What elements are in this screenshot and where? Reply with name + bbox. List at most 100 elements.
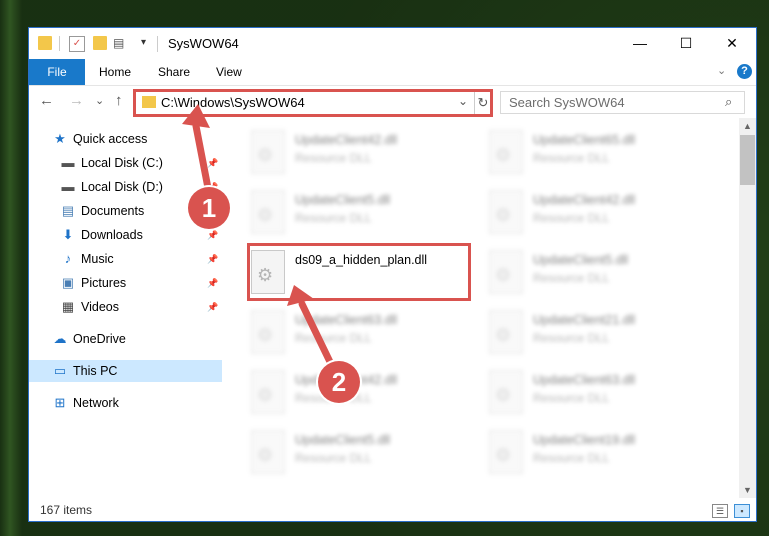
- videos-icon: ▦: [61, 299, 75, 314]
- customize-quick-access-icon[interactable]: ▤: [113, 36, 127, 50]
- file-type: Resource DLL: [533, 211, 610, 225]
- recent-locations-button[interactable]: ⌄: [95, 94, 104, 107]
- maximize-button[interactable]: ☐: [663, 28, 709, 59]
- sidebar-item-label: Documents: [81, 204, 145, 218]
- dll-file-icon: ⚙: [489, 130, 523, 174]
- file-type: Resource DLL: [533, 391, 610, 405]
- sidebar-item-label: OneDrive: [73, 332, 126, 346]
- pin-icon[interactable]: 📌: [207, 152, 218, 174]
- sidebar-item[interactable]: ☁ OneDrive: [29, 328, 222, 350]
- back-button[interactable]: ←: [39, 92, 54, 109]
- tab-view[interactable]: View: [216, 59, 242, 85]
- file-item[interactable]: ⚙ UpdateClient19.dll Resource DLL: [481, 426, 711, 478]
- gear-icon: ⚙: [495, 325, 512, 345]
- help-icon[interactable]: ?: [737, 64, 752, 79]
- pictures-icon: ▣: [61, 275, 75, 290]
- file-name: UpdateClient42.dll: [533, 193, 636, 207]
- close-button[interactable]: ✕: [709, 28, 755, 59]
- file-type: Resource DLL: [533, 151, 610, 165]
- up-button[interactable]: ↑: [115, 92, 123, 109]
- status-bar: 167 items ☰ ▪: [29, 499, 756, 521]
- network-icon: ⊞: [54, 395, 66, 410]
- file-list: ⚙ UpdateClient42.dll Resource DLL ⚙ UpdateCl…: [243, 118, 739, 493]
- window-title: SysWOW64: [168, 36, 239, 51]
- vertical-scrollbar[interactable]: ▲ ▼: [739, 118, 756, 498]
- sidebar-item[interactable]: ▭ This PC: [29, 360, 222, 382]
- tab-home[interactable]: Home: [99, 59, 131, 85]
- address-path[interactable]: C:\Windows\SysWOW64: [161, 95, 305, 110]
- expand-ribbon-icon[interactable]: ⌄: [717, 64, 726, 77]
- scrollbar-thumb[interactable]: [740, 135, 755, 185]
- minimize-button[interactable]: —: [617, 28, 663, 59]
- dll-file-icon: ⚙: [251, 370, 285, 414]
- callout-1: 1: [188, 187, 230, 229]
- file-name: UpdateClient21.dll: [533, 313, 636, 327]
- cloud-icon: ☁: [53, 331, 67, 346]
- scroll-down-icon[interactable]: ▼: [743, 485, 752, 495]
- dll-file-icon: ⚙: [251, 190, 285, 234]
- sidebar-item-label: Local Disk (D:): [81, 180, 163, 194]
- dll-file-icon: ⚙: [251, 310, 285, 354]
- dll-file-icon: ⚙: [489, 310, 523, 354]
- sidebar-item[interactable]: ♪ Music 📌: [29, 248, 222, 270]
- forward-button[interactable]: →: [69, 92, 84, 109]
- details-view-icon[interactable]: ☰: [712, 504, 728, 518]
- file-name: UpdateClient5.dll: [295, 193, 391, 207]
- file-type: Resource DLL: [295, 331, 372, 345]
- file-item[interactable]: ⚙ UpdateClient21.dll Resource DLL: [481, 306, 711, 358]
- file-item[interactable]: ⚙ UpdateClient42.dll Resource DLL: [243, 126, 473, 178]
- pin-icon[interactable]: 📌: [207, 272, 218, 294]
- file-item[interactable]: ⚙ UpdateClient42.dll Resource DLL: [481, 186, 711, 238]
- tab-file[interactable]: File: [29, 59, 85, 85]
- sidebar-item-label: Network: [73, 396, 119, 410]
- sidebar-item-label: Local Disk (C:): [81, 156, 163, 170]
- drive-icon: ▬: [61, 155, 75, 170]
- file-name: UpdateClient42.dll: [295, 133, 398, 147]
- search-input[interactable]: Search SysWOW64 ⌕: [500, 91, 745, 114]
- sidebar-item[interactable]: ▣ Pictures 📌: [29, 272, 222, 294]
- file-type: Resource DLL: [295, 451, 372, 465]
- navigation-bar: ← → ⌄ ↑ C:\Windows\SysWOW64 ⌄ ↻ Search S…: [29, 86, 756, 117]
- sidebar-item[interactable]: ⊞ Network: [29, 392, 222, 414]
- sidebar-item-label: Pictures: [81, 276, 127, 290]
- item-count: 167 items: [40, 503, 93, 517]
- refresh-button[interactable]: ↻: [474, 92, 491, 114]
- highlight-box: [247, 243, 471, 301]
- dll-file-icon: ⚙: [489, 430, 523, 474]
- new-folder-icon[interactable]: [93, 36, 107, 50]
- file-item[interactable]: ⚙ UpdateClient5.dll Resource DLL: [243, 426, 473, 478]
- file-type: Resource DLL: [295, 151, 372, 165]
- file-name: UpdateClient63.dll: [533, 373, 636, 387]
- chevron-down-icon[interactable]: ⌄: [458, 94, 468, 108]
- file-item[interactable]: ⚙ UpdateClient63.dll Resource DLL: [243, 306, 473, 358]
- address-bar[interactable]: C:\Windows\SysWOW64 ⌄ ↻: [133, 89, 493, 117]
- sidebar-item-label: Music: [81, 252, 114, 266]
- large-icons-view-icon[interactable]: ▪: [734, 504, 750, 518]
- gear-icon: ⚙: [257, 385, 274, 405]
- file-name: UpdateClient19.dll: [533, 433, 636, 447]
- file-item[interactable]: ⚙ UpdateClient65.dll Resource DLL: [481, 126, 711, 178]
- file-item[interactable]: ⚙ UpdateClient5.dll Resource DLL: [481, 246, 711, 298]
- properties-icon[interactable]: ✓: [69, 36, 85, 52]
- dll-file-icon: ⚙: [489, 370, 523, 414]
- file-item[interactable]: ⚙ UpdateClient63.dll Resource DLL: [481, 366, 711, 418]
- search-icon[interactable]: ⌕: [725, 94, 732, 110]
- chevron-down-icon[interactable]: ▾: [141, 36, 155, 50]
- pin-icon[interactable]: 📌: [207, 248, 218, 270]
- sidebar-item[interactable]: ▦ Videos 📌: [29, 296, 222, 318]
- sidebar-item[interactable]: ▬ Local Disk (C:) 📌: [29, 152, 222, 174]
- tab-share[interactable]: Share: [158, 59, 190, 85]
- gear-icon: ⚙: [257, 205, 274, 225]
- scroll-up-icon[interactable]: ▲: [743, 121, 752, 131]
- sidebar-item-label: This PC: [73, 364, 118, 378]
- file-type: Resource DLL: [533, 331, 610, 345]
- sidebar-item[interactable]: ⬇ Downloads 📌: [29, 224, 222, 246]
- gear-icon: ⚙: [257, 145, 274, 165]
- pin-icon[interactable]: 📌: [207, 296, 218, 318]
- documents-icon: ▤: [61, 203, 75, 218]
- computer-icon: ▭: [53, 363, 67, 378]
- dll-file-icon: ⚙: [251, 430, 285, 474]
- sidebar-item[interactable]: ★ Quick access: [29, 128, 222, 150]
- file-name: UpdateClient63.dll: [295, 313, 398, 327]
- file-item[interactable]: ⚙ UpdateClient5.dll Resource DLL: [243, 186, 473, 238]
